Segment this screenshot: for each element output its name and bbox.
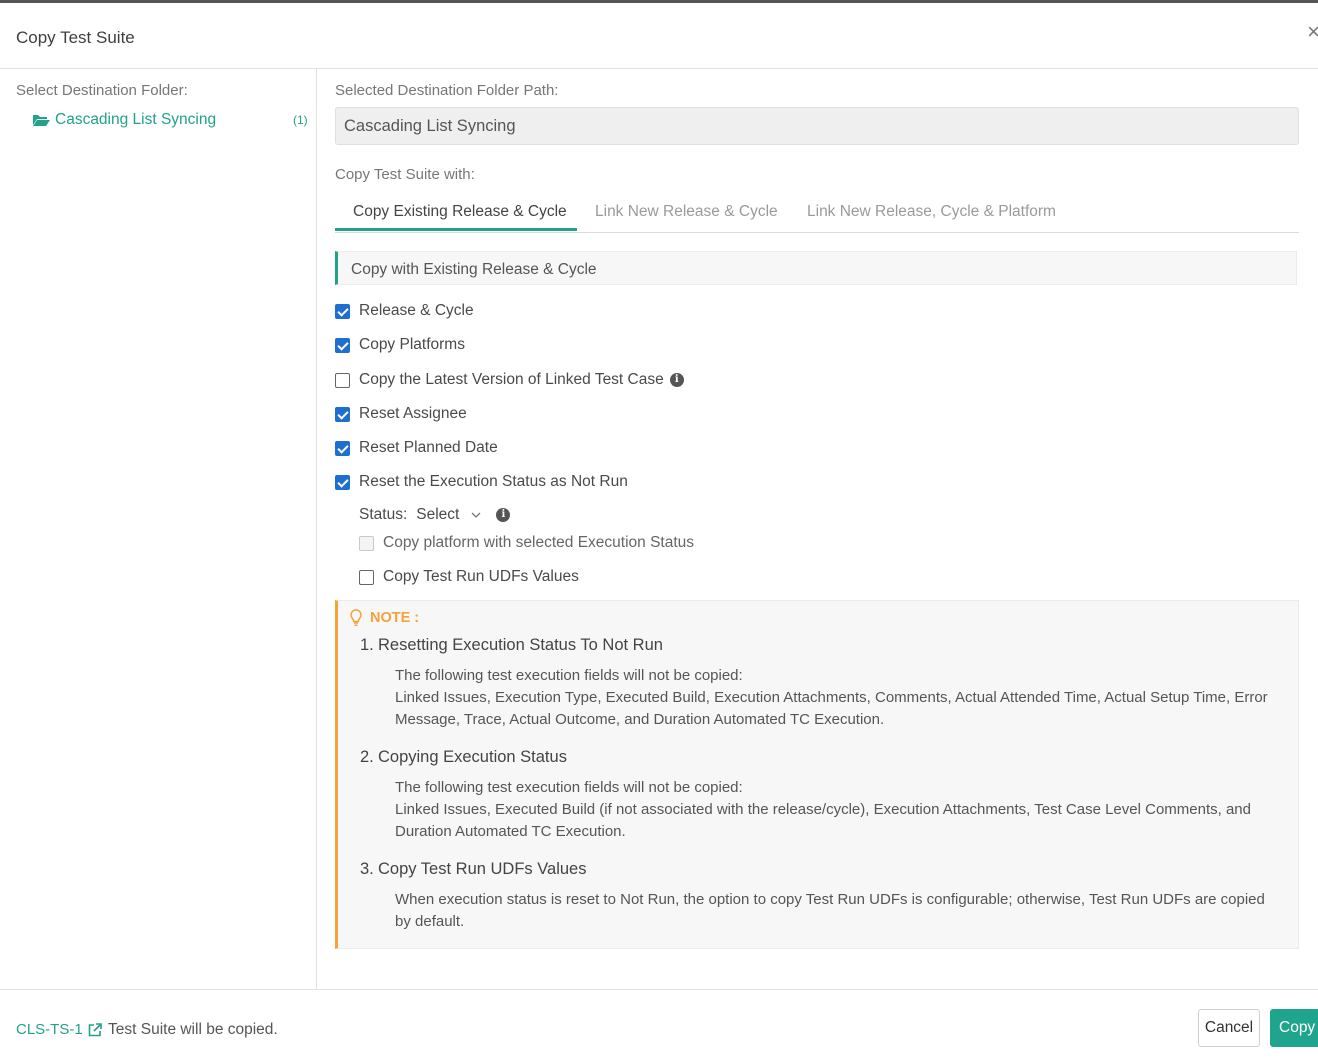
- dialog-header: Copy Test Suite ×: [0, 3, 1318, 69]
- dialog-title: Copy Test Suite: [16, 28, 135, 47]
- info-icon[interactable]: i: [669, 373, 684, 387]
- note-text: When execution status is reset to Not Ru…: [395, 891, 1265, 930]
- option-label: Release & Cycle: [359, 302, 474, 319]
- chevron-down-icon[interactable]: [471, 510, 481, 520]
- option-reset-execution-status[interactable]: Reset the Execution Status as Not Run: [335, 473, 628, 491]
- option-copy-platforms[interactable]: Copy Platforms: [335, 336, 465, 354]
- option-copy-test-run-udfs[interactable]: Copy Test Run UDFs Values: [359, 568, 579, 586]
- note-title: NOTE :: [370, 610, 420, 626]
- note-item: 1. Resetting Execution Status To Not Run …: [360, 636, 1283, 731]
- option-label: Reset the Execution Status as Not Run: [359, 473, 628, 490]
- section-subheader: Copy with Existing Release & Cycle: [335, 251, 1297, 285]
- note-text: Linked Issues, Execution Type, Executed …: [395, 689, 1268, 728]
- note-box: NOTE : 1. Resetting Execution Status To N…: [335, 600, 1299, 949]
- note-item-number: 2.: [360, 748, 374, 766]
- option-reset-assignee[interactable]: Reset Assignee: [335, 405, 467, 423]
- note-item-heading: 2. Copying Execution Status: [360, 748, 1283, 767]
- note-item-body: The following test execution fields will…: [395, 665, 1283, 731]
- option-copy-latest-version[interactable]: Copy the Latest Version of Linked Test C…: [335, 371, 684, 389]
- test-suite-link[interactable]: CLS-TS-1: [16, 1021, 103, 1038]
- note-text: The following test execution fields will…: [395, 779, 743, 796]
- note-heading-text: Resetting Execution Status To Not Run: [378, 636, 663, 654]
- reset-planned-date-checkbox[interactable]: [335, 440, 350, 456]
- info-icon[interactable]: i: [496, 508, 511, 522]
- destination-path-label: Selected Destination Folder Path:: [335, 82, 559, 99]
- external-link-icon[interactable]: [87, 1022, 103, 1038]
- destination-folder-label: Select Destination Folder:: [16, 82, 188, 99]
- footer-message: Test Suite will be copied.: [108, 1021, 278, 1038]
- copy-test-run-udfs-checkbox[interactable]: [359, 569, 374, 585]
- tab-link-new-release-cycle[interactable]: Link New Release & Cycle: [595, 203, 778, 221]
- option-label: Copy Test Run UDFs Values: [383, 568, 579, 585]
- copy-with-label: Copy Test Suite with:: [335, 166, 475, 183]
- option-label: Copy platform with selected Execution St…: [383, 534, 695, 551]
- folder-count-badge: (1): [293, 113, 308, 127]
- note-header: NOTE :: [350, 609, 419, 627]
- folder-name: Cascading List Syncing: [55, 111, 217, 128]
- tab-copy-existing-release-cycle[interactable]: Copy Existing Release & Cycle: [353, 203, 567, 221]
- note-item: 2. Copying Execution Status The following…: [360, 748, 1283, 843]
- copy-button[interactable]: Copy: [1270, 1009, 1318, 1047]
- status-selector: Status: Select i: [359, 506, 511, 524]
- active-tab-indicator: [335, 228, 577, 231]
- section-subheader-text: Copy with Existing Release & Cycle: [351, 261, 597, 278]
- folder-item-cascading-list-syncing[interactable]: Cascading List Syncing: [32, 111, 216, 129]
- destination-path-field: Cascading List Syncing: [335, 107, 1299, 145]
- option-copy-platform-selected-status: Copy platform with selected Execution St…: [359, 534, 694, 552]
- option-release-cycle[interactable]: Release & Cycle: [335, 302, 474, 320]
- option-label: Copy the Latest Version of Linked Test C…: [359, 371, 664, 388]
- cancel-button[interactable]: Cancel: [1198, 1009, 1260, 1047]
- status-dropdown[interactable]: Select: [416, 506, 459, 524]
- reset-assignee-checkbox[interactable]: [335, 406, 350, 422]
- note-text: The following test execution fields will…: [395, 667, 743, 684]
- note-heading-text: Copy Test Run UDFs Values: [378, 860, 587, 878]
- copy-mode-tabs: Copy Existing Release & Cycle Link New R…: [335, 193, 1299, 233]
- option-label: Reset Assignee: [359, 405, 467, 422]
- note-item-body: The following test execution fields will…: [395, 777, 1283, 843]
- note-item-heading: 1. Resetting Execution Status To Not Run: [360, 636, 1283, 655]
- note-heading-text: Copying Execution Status: [378, 748, 567, 766]
- dialog-footer: CLS-TS-1 Test Suite will be copied. Canc…: [0, 989, 1318, 1064]
- copy-platforms-checkbox[interactable]: [335, 337, 350, 353]
- option-reset-planned-date[interactable]: Reset Planned Date: [335, 439, 498, 457]
- note-item-number: 3.: [360, 860, 374, 878]
- reset-execution-status-checkbox[interactable]: [335, 474, 350, 490]
- test-suite-id[interactable]: CLS-TS-1: [16, 1021, 83, 1038]
- status-label: Status:: [359, 506, 408, 523]
- option-label: Copy Platforms: [359, 336, 465, 353]
- note-text: Linked Issues, Executed Build (if not as…: [395, 801, 1251, 840]
- note-item: 3. Copy Test Run UDFs Values When executi…: [360, 860, 1283, 933]
- copy-latest-version-checkbox[interactable]: [335, 372, 350, 388]
- option-label: Reset Planned Date: [359, 439, 498, 456]
- tab-link-new-release-cycle-platform[interactable]: Link New Release, Cycle & Platform: [807, 203, 1056, 221]
- note-item-body: When execution status is reset to Not Ru…: [395, 889, 1283, 933]
- close-icon[interactable]: ×: [1307, 21, 1318, 43]
- folder-open-icon: [33, 115, 50, 126]
- note-item-heading: 3. Copy Test Run UDFs Values: [360, 860, 1283, 879]
- release-cycle-checkbox[interactable]: [335, 303, 350, 319]
- lightbulb-icon: [350, 609, 362, 627]
- folder-tree-panel: Select Destination Folder: Cascading Lis…: [0, 69, 317, 989]
- destination-path-value: Cascading List Syncing: [344, 117, 516, 135]
- copy-platform-status-checkbox: [359, 535, 374, 551]
- note-item-number: 1.: [360, 636, 374, 654]
